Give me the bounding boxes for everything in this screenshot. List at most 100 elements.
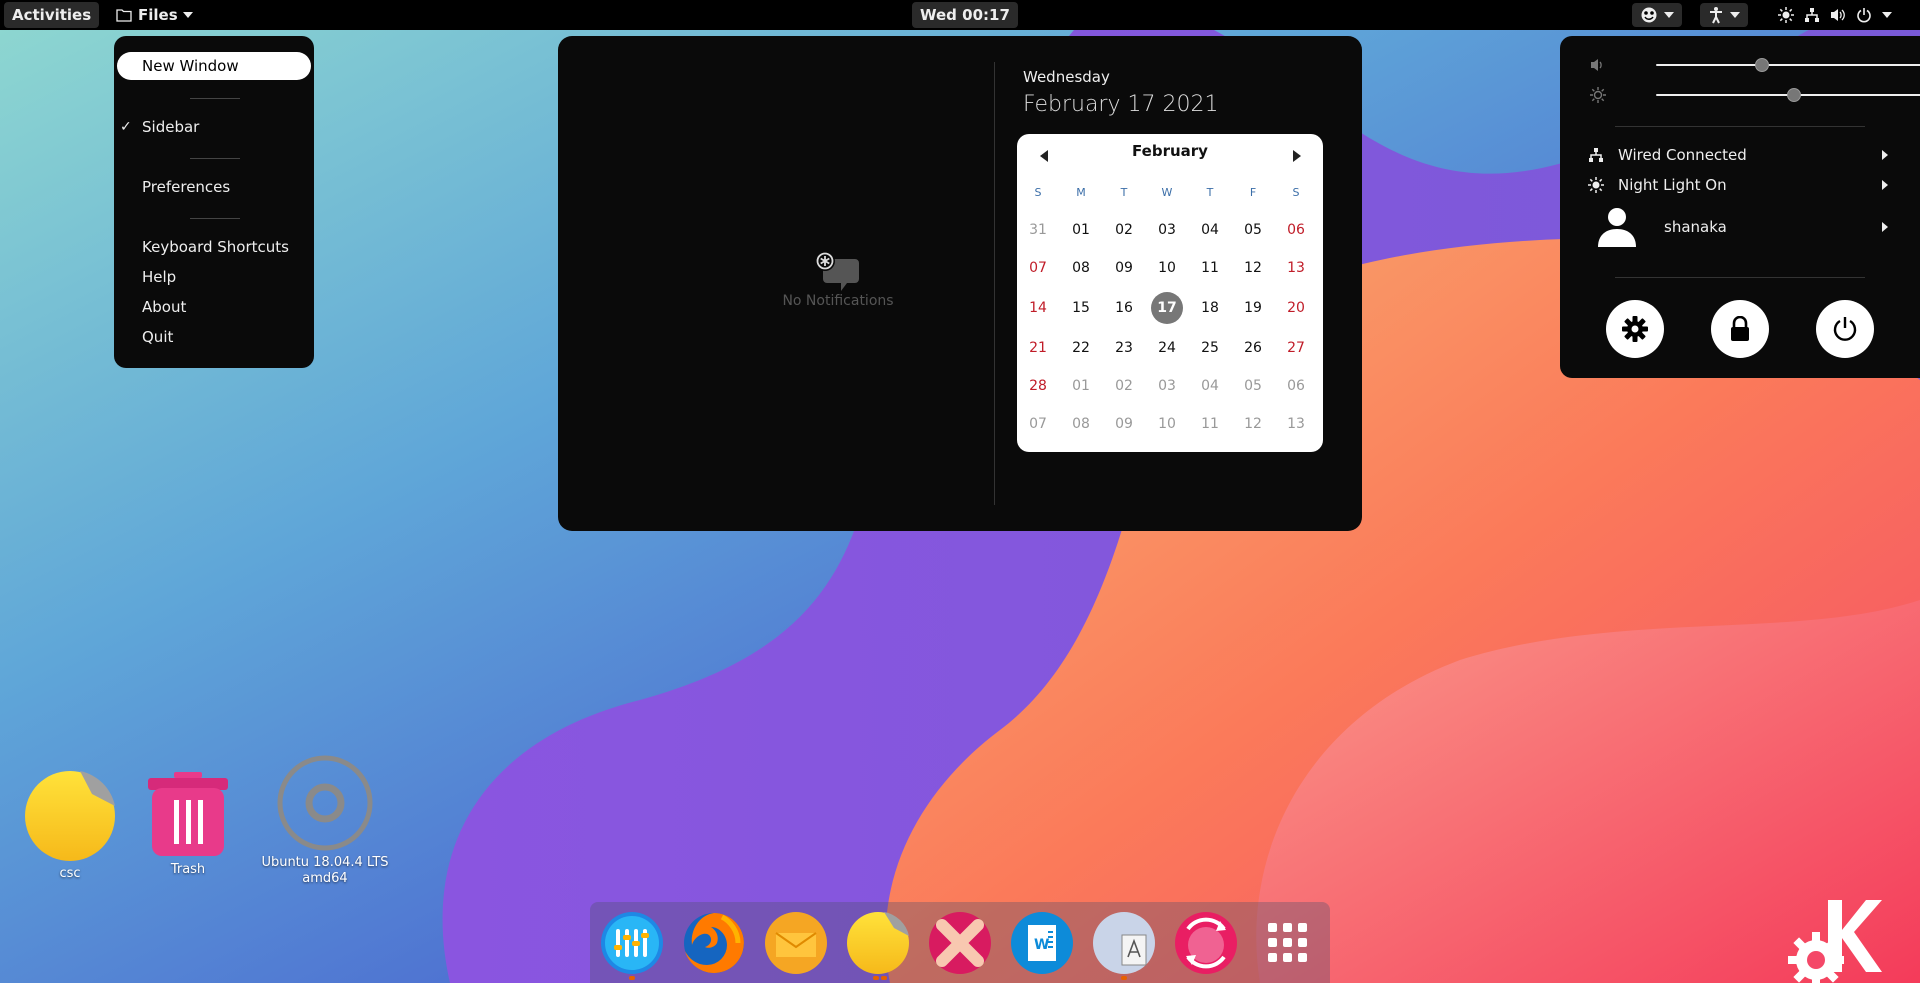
calendar-full-date[interactable]: February 17 2021 bbox=[1023, 92, 1218, 117]
calendar-day[interactable]: 04 bbox=[1193, 372, 1227, 400]
calendar-day[interactable]: 08 bbox=[1064, 254, 1098, 282]
calendar-day[interactable]: 15 bbox=[1064, 294, 1098, 322]
menu-item-new-window[interactable]: New Window bbox=[117, 52, 311, 80]
calendar-day[interactable]: 05 bbox=[1236, 372, 1270, 400]
app-menu-button[interactable]: Files bbox=[108, 2, 201, 28]
calendar-day[interactable]: 06 bbox=[1279, 372, 1313, 400]
calendar-day[interactable]: 19 bbox=[1236, 294, 1270, 322]
calendar-day[interactable]: 16 bbox=[1107, 294, 1141, 322]
brightness-icon bbox=[1590, 87, 1606, 103]
lock-button[interactable] bbox=[1711, 300, 1769, 358]
dock-item-x-app[interactable] bbox=[928, 911, 992, 975]
calendar-day[interactable]: 13 bbox=[1279, 410, 1313, 438]
calendar-day[interactable]: 06 bbox=[1279, 216, 1313, 244]
volume-icon bbox=[1590, 57, 1606, 73]
calendar-day[interactable]: 23 bbox=[1107, 334, 1141, 362]
calendar-day[interactable]: 07 bbox=[1021, 410, 1055, 438]
dock-item-files[interactable] bbox=[846, 911, 910, 975]
calendar-day[interactable]: 20 bbox=[1279, 294, 1313, 322]
dock: W bbox=[590, 902, 1330, 983]
calendar-day[interactable]: 21 bbox=[1021, 334, 1055, 362]
folder-icon bbox=[846, 911, 910, 975]
power-off-button[interactable] bbox=[1816, 300, 1874, 358]
night-light-icon bbox=[1778, 7, 1794, 23]
equalizer-app-icon bbox=[600, 911, 664, 975]
running-indicator bbox=[1121, 976, 1127, 980]
system-menu: Wired Connected Night Light On shanaka bbox=[1560, 36, 1920, 378]
calendar-day[interactable]: 05 bbox=[1236, 216, 1270, 244]
calendar-day[interactable]: 24 bbox=[1150, 334, 1184, 362]
desktop-icon-ubuntu-disc[interactable]: Ubuntu 18.04.4 LTS amd64 bbox=[258, 755, 392, 887]
clock-label: Wed 00:17 bbox=[920, 6, 1010, 24]
volume-slider-handle[interactable] bbox=[1755, 58, 1770, 72]
calendar-day[interactable]: 11 bbox=[1193, 410, 1227, 438]
calendar-day[interactable]: 31 bbox=[1021, 216, 1055, 244]
desktop-icon-label: Trash bbox=[170, 862, 206, 877]
user-menu-item[interactable]: shanaka bbox=[1590, 204, 1900, 250]
chevron-down-icon bbox=[1730, 12, 1740, 18]
show-applications-button[interactable] bbox=[1256, 911, 1320, 975]
dock-item-mixer[interactable] bbox=[600, 911, 664, 975]
calendar-day-header: W bbox=[1161, 186, 1173, 199]
calendar-day[interactable]: 09 bbox=[1107, 254, 1141, 282]
dock-item-updater[interactable] bbox=[1174, 911, 1238, 975]
calendar-day[interactable]: 03 bbox=[1150, 216, 1184, 244]
calendar-day[interactable]: 02 bbox=[1107, 216, 1141, 244]
calendar-day[interactable]: 25 bbox=[1193, 334, 1227, 362]
menu-item-preferences[interactable]: Preferences bbox=[142, 173, 230, 201]
calendar-day[interactable]: 01 bbox=[1064, 216, 1098, 244]
menu-item-sidebar[interactable]: ✓ Sidebar bbox=[120, 113, 199, 141]
calendar-day[interactable]: 07 bbox=[1021, 254, 1055, 282]
next-month-button[interactable] bbox=[1293, 150, 1301, 162]
calendar-day[interactable]: 26 bbox=[1236, 334, 1270, 362]
accessibility-button[interactable] bbox=[1700, 3, 1748, 27]
chevron-right-icon bbox=[1882, 180, 1888, 190]
calendar-day[interactable]: 27 bbox=[1279, 334, 1313, 362]
dock-item-writer[interactable]: W bbox=[1010, 911, 1074, 975]
network-menu-item[interactable]: Wired Connected bbox=[1588, 141, 1900, 169]
volume-slider[interactable] bbox=[1656, 64, 1920, 66]
system-status-button[interactable] bbox=[1770, 3, 1900, 27]
calendar-day[interactable]: 13 bbox=[1279, 254, 1313, 282]
calendar-day[interactable]: 22 bbox=[1064, 334, 1098, 362]
calendar-day[interactable]: 02 bbox=[1107, 372, 1141, 400]
calendar-day[interactable]: 14 bbox=[1021, 294, 1055, 322]
settings-button[interactable] bbox=[1606, 300, 1664, 358]
calendar-weekday[interactable]: Wednesday bbox=[1023, 68, 1110, 86]
menu-item-keyboard-shortcuts[interactable]: Keyboard Shortcuts bbox=[142, 233, 289, 261]
calendar-day[interactable]: 10 bbox=[1150, 254, 1184, 282]
calendar-day[interactable]: 12 bbox=[1236, 254, 1270, 282]
menu-item-about[interactable]: About bbox=[142, 293, 186, 321]
calendar-day[interactable]: 01 bbox=[1064, 372, 1098, 400]
calendar-day[interactable]: 09 bbox=[1107, 410, 1141, 438]
network-wired-icon bbox=[1588, 147, 1604, 163]
activities-button[interactable]: Activities bbox=[4, 2, 100, 28]
menu-item-help[interactable]: Help bbox=[142, 263, 176, 291]
folder-icon bbox=[24, 770, 116, 862]
brightness-slider-handle[interactable] bbox=[1787, 88, 1802, 102]
desktop-icon-csc[interactable]: csc bbox=[20, 770, 120, 882]
clock-button[interactable]: Wed 00:17 bbox=[912, 2, 1018, 28]
calendar-day[interactable]: 18 bbox=[1193, 294, 1227, 322]
calendar-day[interactable]: 17 bbox=[1151, 292, 1183, 324]
night-light-menu-item[interactable]: Night Light On bbox=[1588, 171, 1900, 199]
calendar-day[interactable]: 10 bbox=[1150, 410, 1184, 438]
desktop-icon-trash[interactable]: Trash bbox=[140, 772, 236, 878]
dock-item-document-viewer[interactable] bbox=[1092, 911, 1156, 975]
emoji-icon bbox=[1640, 6, 1658, 24]
menu-item-quit[interactable]: Quit bbox=[142, 323, 173, 351]
chevron-down-icon bbox=[182, 12, 193, 18]
chevron-right-icon bbox=[1882, 222, 1888, 232]
calendar-day[interactable]: 08 bbox=[1064, 410, 1098, 438]
input-method-button[interactable] bbox=[1632, 3, 1682, 27]
user-name: shanaka bbox=[1664, 218, 1727, 236]
calendar-day[interactable]: 04 bbox=[1193, 216, 1227, 244]
calendar-day[interactable]: 11 bbox=[1193, 254, 1227, 282]
desktop-icon-label: Ubuntu 18.04.4 LTS amd64 bbox=[261, 855, 389, 886]
calendar-day[interactable]: 28 bbox=[1021, 372, 1055, 400]
calendar-day[interactable]: 12 bbox=[1236, 410, 1270, 438]
dock-item-firefox[interactable] bbox=[682, 911, 746, 975]
dock-item-mail[interactable] bbox=[764, 911, 828, 975]
running-indicator bbox=[629, 976, 635, 980]
calendar-day[interactable]: 03 bbox=[1150, 372, 1184, 400]
